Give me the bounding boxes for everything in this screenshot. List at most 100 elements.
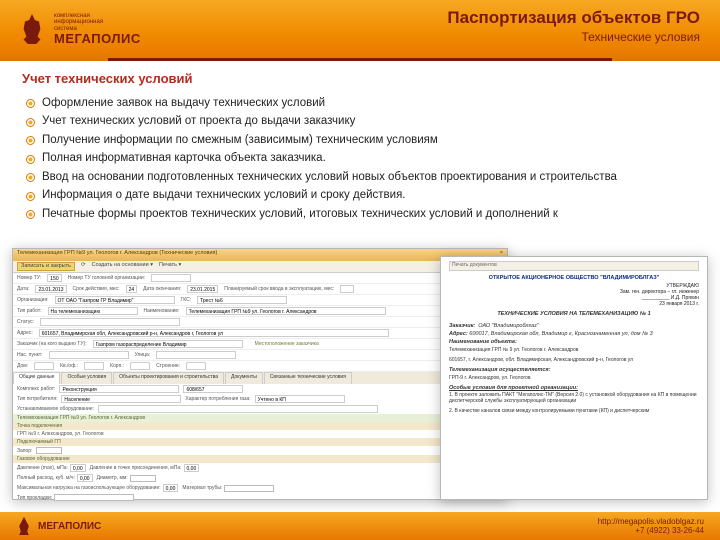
label: Планируемый срок ввода в эксплуатацию, м… [224,286,334,292]
list-item: Ввод на основании подготовленных техниче… [22,168,698,187]
flame-icon [16,517,32,535]
footer-url: http://megapolis.vladoblgaz.ru [598,517,704,526]
plan-field[interactable] [340,285,354,293]
page-subtitle: Технические условия [447,30,700,44]
flow-field[interactable]: 0,00 [77,474,93,482]
print-toolbar: Печать документов [449,261,699,271]
label: Диаметр, мм: [97,475,128,481]
valve-field[interactable] [36,447,62,454]
doc-company: ОТКРЫТОЕ АКЦИОНЕРНОЕ ОБЩЕСТВО "ВЛАДИМИРО… [449,275,699,281]
label: Местоположение заказчика [255,341,319,347]
save-close-button[interactable]: Записать и закрыть [17,262,75,271]
status-field[interactable] [40,318,180,326]
list-item: Учет технических условий от проекта до в… [22,113,698,132]
enddate-field[interactable]: 23.01.2015 [187,285,218,293]
apt-field[interactable] [84,362,104,370]
diameter-field[interactable] [130,475,156,482]
label: Дата окончания: [143,286,181,292]
refresh-button[interactable]: ⟳ [81,262,86,271]
name-field[interactable]: Телемеханизация ГРП №9 ул. Геологов г. А… [186,307,386,315]
label: Точка подключения [13,422,507,430]
tab-objects[interactable]: Объекты проектирования и строительства [113,372,224,384]
gks-field[interactable]: Трест №6 [197,296,287,304]
footer: МЕГАПОЛИС http://megapolis.vladoblgaz.ru… [0,512,720,540]
label: Тип потребителя: [17,396,57,402]
window-title: Телемеханизация ГРП №9 ул. Геологов г. А… [17,250,217,260]
city-field[interactable] [49,351,129,359]
equipment-field[interactable] [98,405,378,413]
doc-customer: ОАО "Владимироблгаз" [478,323,538,329]
org-field[interactable]: ОТ ОАО "Газпром ГР Владимир" [55,296,175,304]
label: Полный расход, куб. м/ч: [17,475,75,481]
maxload-field[interactable]: 0,00 [163,484,179,492]
header: комплексная информационная система МЕГАП… [0,0,720,58]
house-field[interactable] [34,362,54,370]
tab-general[interactable]: Общие данные [13,372,60,384]
duration-field[interactable]: 24 [126,285,138,293]
gas-type-field[interactable]: Учтено в КП [255,395,345,403]
doc-section: Особые условия для проектной организации… [449,385,699,391]
print-button[interactable]: Печать ▾ [159,262,181,271]
tab-docs[interactable]: Документы [225,372,263,384]
doc-object-addr: 601657, г. Александров, обл. Владимирска… [449,357,699,363]
label: Нас. пункт: [17,352,43,358]
footer-brand: МЕГАПОЛИС [38,521,101,532]
headorg-field[interactable] [151,274,191,282]
code608-field[interactable]: 608/657 [183,385,243,393]
label: Характер потребления газа: [185,396,250,402]
building-field[interactable] [186,362,206,370]
list-item: Полная информативная карточка объекта за… [22,150,698,169]
label: Тип работ: [17,308,42,314]
num-field[interactable]: 150 [47,274,61,282]
label: Максимальная нагрузка на газоиспользующе… [17,485,161,491]
label: Корп.: [110,363,124,369]
doc-object-name: Телемеханизация ГРП № 9 ул. Геологов г. … [449,347,699,353]
worktype-field[interactable]: На телемеханизацию [48,307,138,315]
date-field[interactable]: 23.01.2013 [35,285,66,293]
label: Номер ТУ головной организации: [68,275,145,281]
doc-approve-date: 23 января 2013 г. [449,301,699,307]
label: ГРП №9 г. Александров, ул. Геологов [17,431,104,437]
layout-type-field[interactable] [54,494,134,501]
material-field[interactable] [224,485,274,492]
label: Дата: [17,286,29,292]
doc-item: 2. В качестве каналов связи между контро… [449,408,699,414]
customer-field[interactable]: Газпром газораспределение Владимир [93,340,243,348]
label: Комплекс работ: [17,386,55,392]
label: Наименование объекта: [449,339,517,345]
footer-phone: +7 (4922) 33-26-44 [598,526,704,535]
label: Газовое оборудование [13,455,507,463]
consumer-type-field[interactable]: Население [61,395,181,403]
complex-field[interactable]: Реконструкция [59,385,179,393]
create-from-button[interactable]: Создать на основании ▾ [92,262,153,271]
doc-tm-at: ГРП-9 г. Александров, ул. Геологов [449,375,699,381]
korp-field[interactable] [130,362,150,370]
doc-address: 600017, Владимирская обл, Владимир г, Кр… [469,331,652,337]
label: Заказчик: [449,323,475,329]
label: Материал трубы: [182,485,222,491]
label: Улица: [135,352,151,358]
tab-related[interactable]: Связанные технические условия [264,372,352,384]
brand-name: МЕГАПОЛИС [54,32,141,45]
flame-icon [18,14,46,44]
list-item: Оформление заявок на выдачу технических … [22,94,698,113]
street-field[interactable] [156,351,236,359]
label: Телемеханизация ГРП №9 ул. Геологов г. А… [13,414,507,422]
pressure-point-field[interactable]: 0,00 [184,464,200,472]
label: Давление в точке присоединения, мПа: [90,465,182,471]
tab-special[interactable]: Особые условия [61,372,112,384]
label: Кв./оф.: [60,363,78,369]
list-item: Получение информации по смежным (зависим… [22,131,698,150]
doc-item: 1. В проекте заложить ПАКТ "Мегаполис-ТМ… [449,392,699,404]
form-tabs: Общие данные Особые условия Объекты прое… [13,372,507,384]
address-field[interactable]: 601657, Владимирская обл, Александровски… [39,329,389,337]
pressure-max-field[interactable]: 0,00 [70,464,86,472]
label: Телемеханизация осуществляется: [449,367,550,373]
label: Организация: [17,297,49,303]
label: Подключаемый ГП [13,438,507,446]
label: Строение: [156,363,180,369]
doc-title: ТЕХНИЧЕСКИЕ УСЛОВИЯ НА ТЕЛЕМЕХАНИЗАЦИЮ №… [449,311,699,317]
label: Запор: [17,448,32,454]
brand-block: комплексная информационная система МЕГАП… [18,13,141,46]
label: Адрес: [449,331,468,337]
